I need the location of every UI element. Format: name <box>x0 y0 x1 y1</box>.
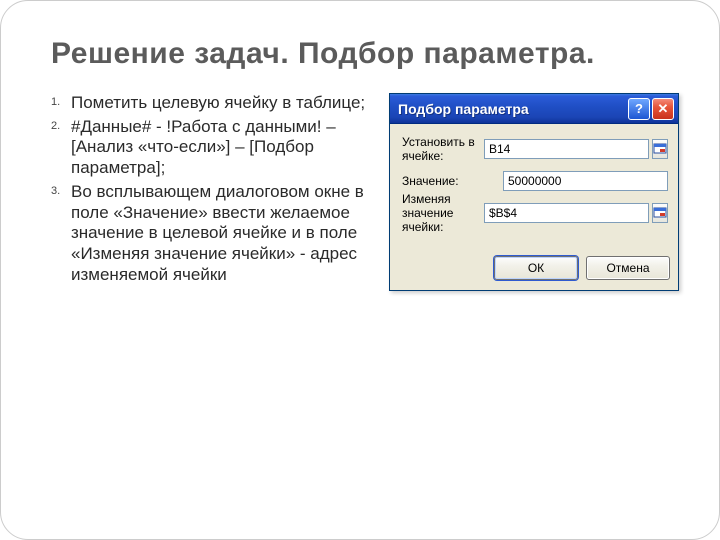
dialog-body: Установить в ячейке: Значение: <box>390 124 678 246</box>
change-cell-label: Изменяя значение ячейки: <box>402 192 484 234</box>
help-button[interactable]: ? <box>628 98 650 120</box>
close-icon: ✕ <box>658 101 669 117</box>
help-icon: ? <box>635 101 643 116</box>
dialog-button-row: ОК Отмена <box>390 246 678 290</box>
value-label: Значение: <box>402 174 503 188</box>
value-row: Значение: <box>402 170 668 192</box>
dialog-titlebar[interactable]: Подбор параметра ? ✕ <box>390 94 678 124</box>
close-button[interactable]: ✕ <box>652 98 674 120</box>
goal-seek-dialog: Подбор параметра ? ✕ Установить в ячейке… <box>389 93 679 291</box>
ok-button[interactable]: ОК <box>494 256 578 280</box>
cancel-button[interactable]: Отмена <box>586 256 670 280</box>
collapse-dialog-button[interactable] <box>652 139 668 159</box>
set-cell-row: Установить в ячейке: <box>402 138 668 160</box>
list-item: #Данные# - !Работа с данными! – [Анализ … <box>51 117 371 179</box>
range-select-icon <box>653 207 667 219</box>
collapse-dialog-button-2[interactable] <box>652 203 668 223</box>
set-cell-label: Установить в ячейке: <box>402 135 484 163</box>
set-cell-input[interactable] <box>484 139 649 159</box>
range-select-icon <box>653 143 667 155</box>
list-item: Во всплывающем диалоговом окне в поле «З… <box>51 182 371 286</box>
slide: Решение задач. Подбор параметра. Пометит… <box>0 0 720 540</box>
steps-list: Пометить целевую ячейку в таблице; #Данн… <box>51 93 371 291</box>
list-item: Пометить целевую ячейку в таблице; <box>51 93 371 114</box>
value-input[interactable] <box>503 171 668 191</box>
dialog-title: Подбор параметра <box>398 101 626 117</box>
page-title: Решение задач. Подбор параметра. <box>51 37 679 71</box>
content-row: Пометить целевую ячейку в таблице; #Данн… <box>51 93 679 291</box>
change-cell-input[interactable] <box>484 203 649 223</box>
change-cell-row: Изменяя значение ячейки: <box>402 202 668 224</box>
